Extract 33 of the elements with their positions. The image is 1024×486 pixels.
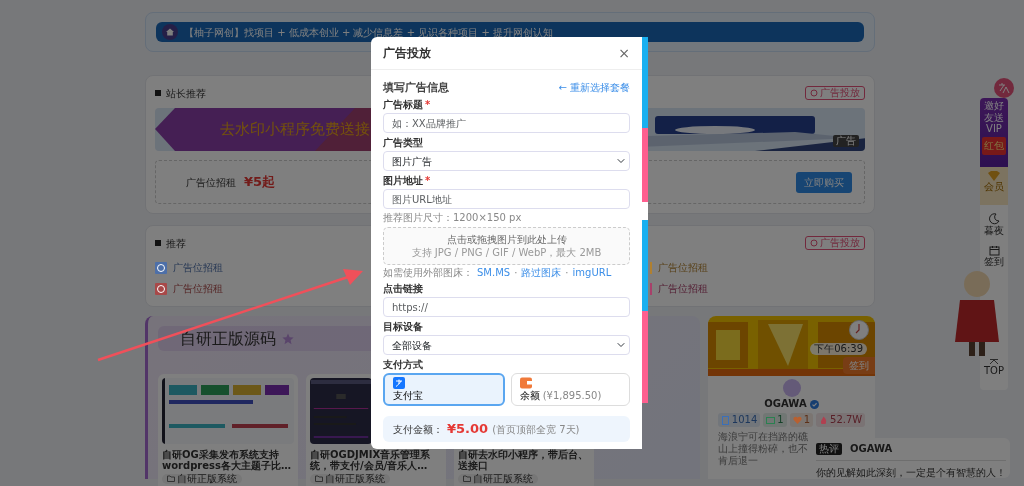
product-title: 自研OGDJMIX音乐管理系统，带支付/会员/音乐人… — [310, 450, 432, 471]
hot-label: 热评 — [816, 442, 842, 455]
field-label: 广告标题 * — [383, 99, 432, 111]
amount-value: ¥5.00 — [447, 420, 489, 439]
separator: · — [514, 267, 518, 279]
comment-user: OGAWA — [850, 442, 893, 456]
form-title: 填写广告信息 — [383, 80, 449, 95]
upload-subtitle: 支持 JPG / PNG / GIF / WebP，最大 2MB — [411, 246, 602, 259]
field-label: 点击链接 — [383, 283, 424, 295]
gift-envelope: 红包 — [982, 136, 1006, 155]
ad-slot-label: 广告位招租 — [186, 175, 236, 190]
section-title: 站长推荐 — [166, 86, 206, 101]
separator: · — [565, 267, 569, 279]
upload-title: 点击或拖拽图片到此处上传 — [446, 233, 567, 246]
ad-label: 广告 — [833, 135, 859, 147]
hint-text: 如需使用外部图床： — [383, 267, 473, 279]
amount-note: (首页顶部全宽 7天) — [492, 422, 580, 437]
dialog-title: 广告投放 — [383, 45, 431, 62]
field-label: 支付方式 — [383, 359, 424, 371]
hint-text: 推荐图片尺寸：1200×150 px — [383, 212, 523, 224]
section-title: 推荐 — [166, 236, 186, 251]
user-name: OGAWA — [764, 398, 807, 410]
price: ¥5起 — [244, 173, 276, 192]
section-title: 自研正版源码 — [180, 327, 276, 350]
product-title: 自研去水印小程序，带后台、送接口 — [458, 450, 589, 471]
field-label: 图片地址 * — [383, 175, 432, 187]
time-label: 下午06:39 — [810, 343, 867, 355]
field-label: 目标设备 — [383, 321, 424, 333]
invite-text: 邀好友送VIP — [983, 100, 1005, 135]
field-label: 广告类型 — [383, 137, 424, 149]
product-title: 自研OG采集发布系统支持wordpress各大主题子比… — [162, 450, 292, 471]
notice-text: 【柚子网创】找项目 + 低成本创业 + 减少信息差 + 见识各种项目 + 提升网创认知 — [184, 25, 553, 40]
amount-label: 支付金额： — [393, 422, 443, 437]
